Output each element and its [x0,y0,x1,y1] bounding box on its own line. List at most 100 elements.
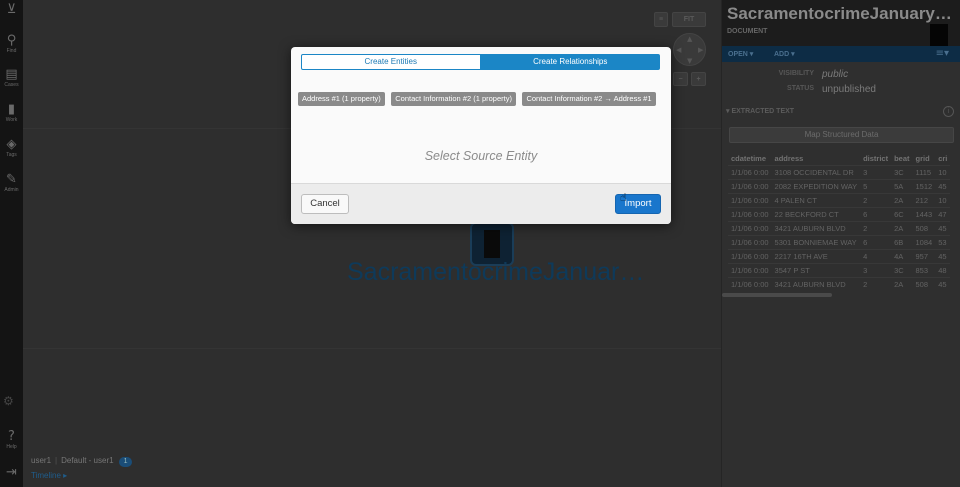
table-cell: 212 [912,192,936,207]
workspace-name[interactable]: Default - user1 [61,456,113,465]
table-cell: 2A [891,192,913,207]
table-cell: 4 [860,248,892,263]
briefcase-icon: ▤ [5,67,18,82]
table-row: 1/1/06 0:00 2217 16TH AVE 4 4A 957 45 [728,248,951,263]
table-cell: 2A [891,276,913,291]
pointer-cursor-icon: ☝ [620,191,627,204]
tag-contact-information[interactable]: Contact Information #2 (1 property) [391,92,516,106]
table-cell: 1/1/06 0:00 [728,262,772,277]
table-cell: 2 [860,276,892,291]
table-cell: 2A [891,220,913,235]
table-cell: 3108 OCCIDENTAL DR [771,164,861,179]
zoom-in-button[interactable]: + [691,72,706,86]
nav-item-cases[interactable]: ▤ Cases [0,68,23,89]
table-cell: 1/1/06 0:00 [728,220,772,235]
column-header: cdatetime [731,154,767,164]
open-menu[interactable]: OPEN ▾ [728,50,753,58]
tag-relationship[interactable]: Contact Information #2 → Address #1 [522,92,656,106]
book-icon: ▮ [7,102,16,117]
workspace-badge: 1 [118,457,133,467]
table-cell: 3 [860,262,892,277]
nav-item-work[interactable]: ▮ Work [0,103,23,124]
detail-title: SacramentocrimeJanuary2006… [727,4,953,23]
table-cell: 1084 [912,234,936,249]
table-cell: 3C [891,262,913,277]
table-cell: 4 PALEN CT [771,192,861,207]
table-cell: 3547 P ST [771,262,861,277]
table-cell: 45 [935,220,951,235]
table-cell: 45 [935,178,951,193]
hamburger-icon[interactable]: ≡▾ [936,48,949,59]
status-value: unpublished [822,84,876,95]
cancel-button[interactable]: Cancel [301,194,349,214]
table-cell: 508 [912,276,936,291]
logo-icon[interactable]: ⊻ [0,3,23,17]
table-cell: 6 [860,234,892,249]
table-cell: 6C [891,206,913,221]
search-icon: ⚲ [6,33,17,48]
table-cell: 1512 [912,178,936,193]
table-cell: 1443 [912,206,936,221]
timeline-toggle[interactable]: Timeline ▸ [31,471,67,480]
nav-item-find[interactable]: ⚲ Find [0,34,23,55]
document-icon [484,230,500,258]
table-cell: 3C [891,164,913,179]
map-structured-data-button[interactable]: Map Structured Data [729,127,954,143]
settings-icon[interactable]: ⚙ [3,394,14,408]
table-cell: 45 [935,276,951,291]
table-cell: 5301 BONNIEMAE WAY [771,234,861,249]
table-cell: 2 [860,220,892,235]
extracted-table: cdatetime address district beat grid cri 1/1/… [728,153,951,291]
zoom-out-button[interactable]: − [673,72,688,86]
detail-subtitle: DOCUMENT [727,28,768,35]
table-row: 1/1/06 0:00 5301 BONNIEMAE WAY 6 6B 1084 53 [728,234,951,249]
pan-up-icon[interactable]: ▲ [687,35,692,43]
table-cell: 1115 [912,164,936,179]
username: user1 [31,456,52,465]
table-cell: 45 [935,248,951,263]
add-menu[interactable]: ADD ▾ [774,50,795,58]
pan-left-icon[interactable]: ◀ [676,46,681,54]
table-cell: 53 [935,234,951,249]
table-cell: 2082 EXPEDITION WAY [771,178,861,193]
tab-create-relationships[interactable]: Create Relationships [480,54,660,70]
table-cell: 508 [912,220,936,235]
table-row: 1/1/06 0:00 3108 OCCIDENTAL DR 3 3C 1115 10 [728,164,951,179]
table-cell: 6 [860,206,892,221]
nav-item-admin[interactable]: ✎ Admin [0,173,23,194]
left-nav: ⊻ ⚲ Find ▤ Cases ▮ Work ◈ Tags ✎ Admin ⚙… [0,0,23,487]
pan-down-icon[interactable]: ▼ [687,57,692,65]
table-cell: 1/1/06 0:00 [728,276,772,291]
horizontal-scrollbar[interactable] [722,293,832,297]
nav-item-tags[interactable]: ◈ Tags [0,138,23,159]
help-icon: ? [8,429,15,444]
visibility-value[interactable]: public [822,69,922,81]
info-icon[interactable]: i [943,106,954,117]
fit-button[interactable]: FIT [672,12,706,27]
nav-item-logout[interactable]: ⇥ [0,466,23,480]
nav-item-help[interactable]: ? Help [0,430,23,451]
table-cell: 1/1/06 0:00 [728,192,772,207]
column-header: address [774,154,804,164]
table-cell: 47 [935,206,951,221]
layout-menu-icon[interactable]: ≡ [654,12,668,27]
detail-toolbar: OPEN ▾ ADD ▾ ≡▾ [722,46,960,62]
table-row: 1/1/06 0:00 2082 EXPEDITION WAY 5 5A 1512 45 [728,178,951,193]
table-row: 1/1/06 0:00 3421 AUBURN BLVD 2 2A 508 45 [728,276,951,291]
table-cell: 2217 16TH AVE [771,248,861,263]
workspace-info: user1 | Default - user1 1 [31,456,133,467]
pan-control[interactable]: ▲ ▼ ◀ ▶ [673,33,706,66]
table-cell: 3421 AUBURN BLVD [771,276,861,291]
modal-tabs: Create Entities Create Relationships [301,54,660,70]
node-label[interactable]: SacramentocrimeJanuar… [347,258,644,287]
pan-right-icon[interactable]: ▶ [698,46,703,54]
tab-create-entities[interactable]: Create Entities [301,54,481,70]
wrench-icon: ✎ [6,172,17,187]
mapping-tags: Address #1 (1 property) Contact Informat… [298,88,658,109]
detail-header: SacramentocrimeJanuary2006… DOCUMENT [722,0,960,46]
table-cell: 1/1/06 0:00 [728,164,772,179]
extracted-text-header[interactable]: ▾ EXTRACTED TEXT [726,107,794,115]
logout-icon: ⇥ [6,465,17,480]
column-header: grid [915,154,930,164]
tag-address[interactable]: Address #1 (1 property) [298,92,385,106]
